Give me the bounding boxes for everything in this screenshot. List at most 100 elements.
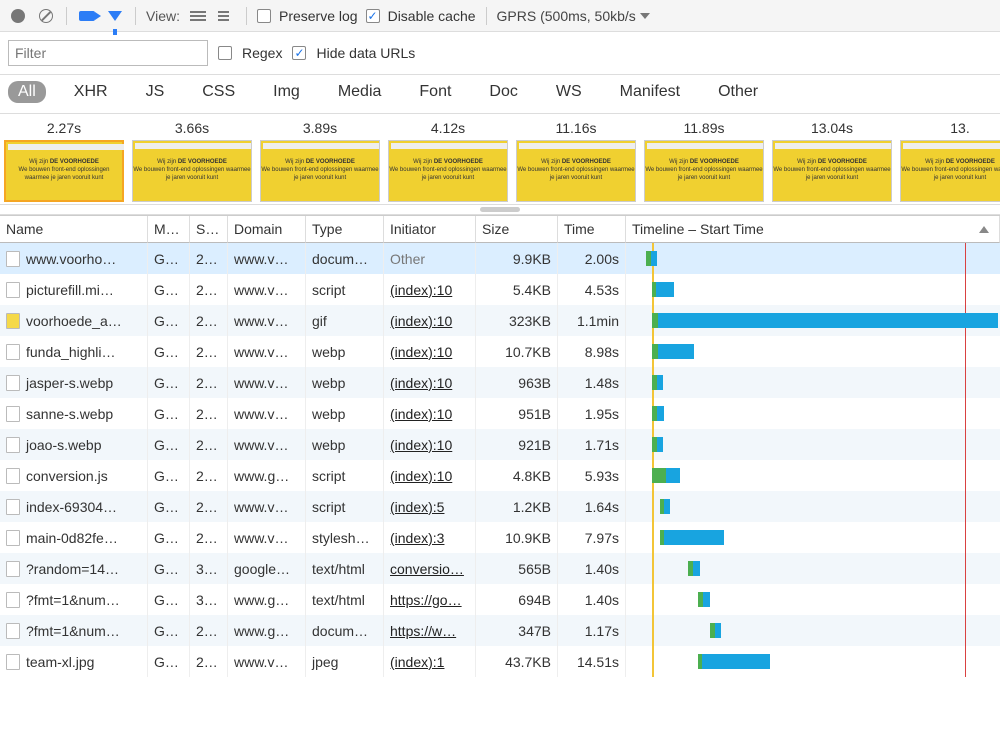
col-initiator[interactable]: Initiator — [384, 216, 476, 243]
cell-timeline — [626, 553, 1000, 584]
view-frames-button[interactable] — [216, 6, 236, 26]
col-name[interactable]: Name — [0, 216, 148, 243]
type-chip-css[interactable]: CSS — [192, 81, 245, 103]
type-chip-img[interactable]: Img — [263, 81, 310, 103]
file-icon — [6, 282, 20, 298]
view-list-button[interactable] — [188, 6, 208, 26]
separator — [246, 7, 247, 25]
cell-time: 1.40s — [558, 553, 626, 584]
col-domain[interactable]: Domain — [228, 216, 306, 243]
cell-method: G… — [148, 491, 190, 522]
sort-asc-icon — [979, 226, 989, 233]
cell-status: 2… — [190, 274, 228, 305]
col-method[interactable]: M… — [148, 216, 190, 243]
hide-data-urls-checkbox[interactable] — [292, 46, 306, 60]
timing-bar — [688, 561, 700, 576]
type-chip-media[interactable]: Media — [328, 81, 392, 103]
cell-timeline — [626, 491, 1000, 522]
record-button[interactable] — [8, 6, 28, 26]
hide-data-urls-label: Hide data URLs — [316, 45, 415, 61]
cell-name: picturefill.mi… — [0, 274, 148, 305]
type-chip-all[interactable]: All — [8, 81, 46, 103]
capture-screenshots-button[interactable] — [77, 6, 97, 26]
timing-bar — [652, 468, 680, 483]
grip-icon — [480, 207, 520, 212]
preserve-log-checkbox[interactable] — [257, 9, 271, 23]
cell-name: www.voorho… — [0, 243, 148, 274]
type-chip-other[interactable]: Other — [708, 81, 768, 103]
timing-bar — [710, 623, 721, 638]
cell-type: jpeg — [306, 646, 384, 677]
file-name: picturefill.mi… — [26, 282, 114, 298]
cell-domain: www.v… — [228, 522, 306, 553]
cell-size: 1.2KB — [476, 491, 558, 522]
throttle-select[interactable]: GPRS (500ms, 50kb/s — [497, 8, 650, 24]
file-name: jasper-s.webp — [26, 375, 113, 391]
col-size[interactable]: Size — [476, 216, 558, 243]
cell-timeline — [626, 398, 1000, 429]
timing-bar — [652, 282, 674, 297]
cell-type: script — [306, 460, 384, 491]
cell-type: text/html — [306, 553, 384, 584]
cell-timeline — [626, 646, 1000, 677]
cell-initiator: (index):10 — [384, 398, 476, 429]
type-chip-manifest[interactable]: Manifest — [610, 81, 690, 103]
cell-timeline — [626, 522, 1000, 553]
cell-time: 1.95s — [558, 398, 626, 429]
cell-status: 2… — [190, 367, 228, 398]
frame-thumbnail: Wij zijn DE VOORHOEDEWe bouwen front-end… — [388, 140, 508, 202]
col-status[interactable]: S… — [190, 216, 228, 243]
cell-time: 7.97s — [558, 522, 626, 553]
frame-thumbnail: Wij zijn DE VOORHOEDEWe bouwen front-end… — [4, 140, 124, 202]
cell-time: 1.48s — [558, 367, 626, 398]
cell-size: 323KB — [476, 305, 558, 336]
file-name: sanne-s.webp — [26, 406, 113, 422]
regex-label: Regex — [242, 45, 282, 61]
frame-thumbnail: Wij zijn DE VOORHOEDEWe bouwen front-end… — [900, 140, 1000, 202]
cell-name: voorhoede_a… — [0, 305, 148, 336]
chevron-down-icon — [640, 13, 650, 19]
cell-name: conversion.js — [0, 460, 148, 491]
cell-size: 10.7KB — [476, 336, 558, 367]
type-chip-doc[interactable]: Doc — [479, 81, 527, 103]
disable-cache-checkbox[interactable] — [366, 9, 380, 23]
file-icon — [6, 437, 20, 453]
regex-checkbox[interactable] — [218, 46, 232, 60]
cell-initiator: (index):10 — [384, 460, 476, 491]
file-name: www.voorho… — [26, 251, 116, 267]
filmstrip-frame[interactable]: 11.16sWij zijn DE VOORHOEDEWe bouwen fro… — [516, 120, 636, 202]
timing-bar — [652, 344, 694, 359]
type-chip-font[interactable]: Font — [409, 81, 461, 103]
filmstrip-frame[interactable]: 3.89sWij zijn DE VOORHOEDEWe bouwen fron… — [260, 120, 380, 202]
file-name: main-0d82fe… — [26, 530, 118, 546]
type-chip-ws[interactable]: WS — [546, 81, 592, 103]
cell-initiator: (index):10 — [384, 274, 476, 305]
cell-type: text/html — [306, 584, 384, 615]
cell-name: index-69304… — [0, 491, 148, 522]
filter-input[interactable] — [8, 40, 208, 66]
col-type[interactable]: Type — [306, 216, 384, 243]
filmstrip-frame[interactable]: 11.89sWij zijn DE VOORHOEDEWe bouwen fro… — [644, 120, 764, 202]
filter-toggle-button[interactable] — [105, 6, 125, 26]
clear-button[interactable] — [36, 6, 56, 26]
filmstrip-frame[interactable]: 4.12sWij zijn DE VOORHOEDEWe bouwen fron… — [388, 120, 508, 202]
file-name: ?fmt=1&num… — [26, 623, 120, 639]
timing-bar — [652, 406, 664, 421]
cell-domain: www.v… — [228, 398, 306, 429]
col-time[interactable]: Time — [558, 216, 626, 243]
filmstrip-frame[interactable]: 2.27sWij zijn DE VOORHOEDEWe bouwen fron… — [4, 120, 124, 202]
cell-domain: www.g… — [228, 615, 306, 646]
drag-handle[interactable] — [0, 205, 1000, 215]
cell-domain: www.v… — [228, 274, 306, 305]
frame-time: 11.89s — [684, 120, 725, 136]
file-icon — [6, 530, 20, 546]
col-timeline[interactable]: Timeline – Start Time — [626, 216, 1000, 243]
filmstrip-frame[interactable]: 13.Wij zijn DE VOORHOEDEWe bouwen front-… — [900, 120, 1000, 202]
funnel-icon — [108, 11, 122, 21]
type-chip-js[interactable]: JS — [136, 81, 175, 103]
cell-method: G… — [148, 522, 190, 553]
filmstrip-frame[interactable]: 13.04sWij zijn DE VOORHOEDEWe bouwen fro… — [772, 120, 892, 202]
cell-time: 8.98s — [558, 336, 626, 367]
type-chip-xhr[interactable]: XHR — [64, 81, 118, 103]
filmstrip-frame[interactable]: 3.66sWij zijn DE VOORHOEDEWe bouwen fron… — [132, 120, 252, 202]
